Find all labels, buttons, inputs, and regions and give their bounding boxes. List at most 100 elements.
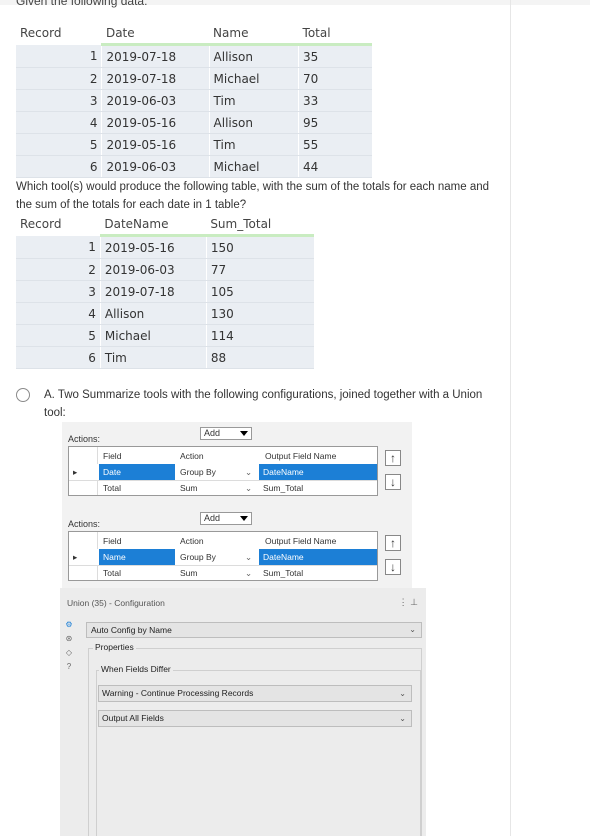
fields-differ-label: When Fields Differ [99,664,173,674]
right-divider [510,0,511,836]
action-cell[interactable]: Group By [177,464,253,480]
union-mode-select[interactable]: Auto Config by Name ⌄ [86,622,422,638]
date-cell: 2019-06-03 [101,155,210,178]
date-cell: 2019-05-16 [101,111,210,134]
intro-text: Given the following data: [16,0,148,8]
chevron-down-icon: ⌄ [399,689,406,698]
chevron-down-icon[interactable]: ⌄ [245,549,255,565]
output-cell[interactable]: DateName [259,549,377,565]
total-cell: 44 [298,155,372,178]
total-cell: 70 [298,67,372,90]
summarize-grid: Field Action Output Field Name ▸ Name Gr… [68,531,378,581]
output-cell[interactable]: Sum_Total [259,480,377,496]
name-cell: Tim [208,89,299,112]
properties-label: Properties [93,642,136,652]
name-cell: Tim [208,133,299,156]
summarize-config-2: Actions: Add Field Action Output Field N… [62,507,412,593]
output-cell[interactable]: Sum_Total [259,565,377,581]
field-cell[interactable]: Date [99,464,175,480]
table-header-row: Record Date Name Total [16,22,372,46]
record-cell: 2 [16,258,101,281]
record-cell: 6 [16,346,101,369]
output-cell[interactable]: DateName [259,464,377,480]
table-row: 2 2019-07-18 Michael 70 [16,67,372,90]
option-a-radio[interactable] [16,388,30,402]
chevron-down-icon [240,516,248,521]
chevron-down-icon[interactable]: ⌄ [245,565,255,581]
sum-total-cell: 114 [205,324,314,347]
chevron-down-icon[interactable]: ⌄ [245,464,255,480]
table-row: 6 Tim 88 [16,346,314,369]
header-total: Total [298,22,372,46]
actions-label: Actions: [68,434,101,444]
record-cell: 4 [16,302,101,325]
output-fields-value: Output All Fields [102,713,164,723]
add-dropdown[interactable]: Add [200,512,252,525]
table-row: 2 2019-06-03 77 [16,258,314,281]
output-fields-select[interactable]: Output All Fields ⌄ [98,710,412,727]
summarize-row[interactable]: Total Sum ⌄ Sum_Total [69,565,377,581]
table-row: 1 2019-05-16 150 [16,235,314,259]
date-cell: 2019-06-03 [101,89,210,112]
add-dropdown[interactable]: Add [200,427,252,440]
sum-total-cell: 130 [205,302,314,325]
option-a-text: A. Two Summarize tools with the followin… [44,389,483,419]
total-cell: 55 [298,133,372,156]
header-date: Date [101,22,210,46]
table-row: 3 2019-07-18 105 [16,280,314,303]
total-cell: 35 [298,44,372,68]
action-cell[interactable]: Group By [177,549,253,565]
move-down-icon[interactable]: ↓ [385,559,401,575]
sum-total-cell: 105 [205,280,314,303]
move-up-icon[interactable]: ↑ [385,535,401,551]
move-up-icon[interactable]: ↑ [385,450,401,466]
date-cell: 2019-05-16 [101,133,210,156]
table-row: 4 Allison 130 [16,302,314,325]
total-cell: 95 [298,111,372,134]
datename-cell: 2019-05-16 [99,235,207,259]
date-cell: 2019-07-18 [101,67,210,90]
header-name: Name [209,22,299,46]
union-mode-value: Auto Config by Name [91,625,172,635]
input-data-table: Record Date Name Total 1 2019-07-18 Alliso… [16,22,372,178]
total-cell: 33 [298,89,372,112]
help-icon[interactable]: ? [64,662,74,672]
fields-differ-select[interactable]: Warning - Continue Processing Records ⌄ [98,685,412,702]
record-cell: 4 [16,111,102,134]
field-cell[interactable]: Total [99,565,175,581]
sum-total-cell: 77 [205,258,314,281]
table-row: 5 2019-05-16 Tim 55 [16,133,372,156]
arrows-icon[interactable]: ⊛ [64,634,74,644]
summarize-row-selected[interactable]: ▸ Name Group By ⌄ DateName [69,549,377,565]
result-data-table: Record DateName Sum_Total 1 2019-05-16 150… [16,213,314,369]
gear-icon[interactable]: ⚙ [64,620,74,630]
add-label: Add [204,513,221,523]
field-cell[interactable]: Name [99,549,175,565]
table-row: 1 2019-07-18 Allison 35 [16,44,372,68]
table-header-row: Record DateName Sum_Total [16,213,314,237]
col-field-header: Field [103,451,122,461]
col-field-header: Field [103,536,122,546]
datename-cell: Michael [99,324,207,347]
pin-icon[interactable]: ⋮ ⊥ [399,597,418,608]
name-cell: Allison [208,44,299,68]
action-cell[interactable]: Sum [177,480,253,496]
union-config-title: Union (35) - Configuration [67,598,165,608]
summarize-row[interactable]: Total Sum ⌄ Sum_Total [69,480,377,496]
action-cell[interactable]: Sum [177,565,253,581]
tag-icon[interactable]: ◇ [64,648,74,658]
field-cell[interactable]: Total [99,480,175,496]
table-row: 3 2019-06-03 Tim 33 [16,89,372,112]
chevron-down-icon: ⌄ [399,714,406,723]
record-cell: 1 [16,44,102,68]
summarize-grid: Field Action Output Field Name ▸ Date Gr… [68,446,378,496]
fields-differ-value: Warning - Continue Processing Records [102,688,254,698]
question-text: Which tool(s) would produce the followin… [16,181,490,211]
move-down-icon[interactable]: ↓ [385,474,401,490]
sum-total-cell: 150 [205,235,314,259]
record-cell: 5 [16,133,102,156]
record-cell: 3 [16,280,101,303]
summarize-row-selected[interactable]: ▸ Date Group By ⌄ DateName [69,464,377,480]
datename-cell: Tim [99,346,207,369]
chevron-down-icon[interactable]: ⌄ [245,480,255,496]
